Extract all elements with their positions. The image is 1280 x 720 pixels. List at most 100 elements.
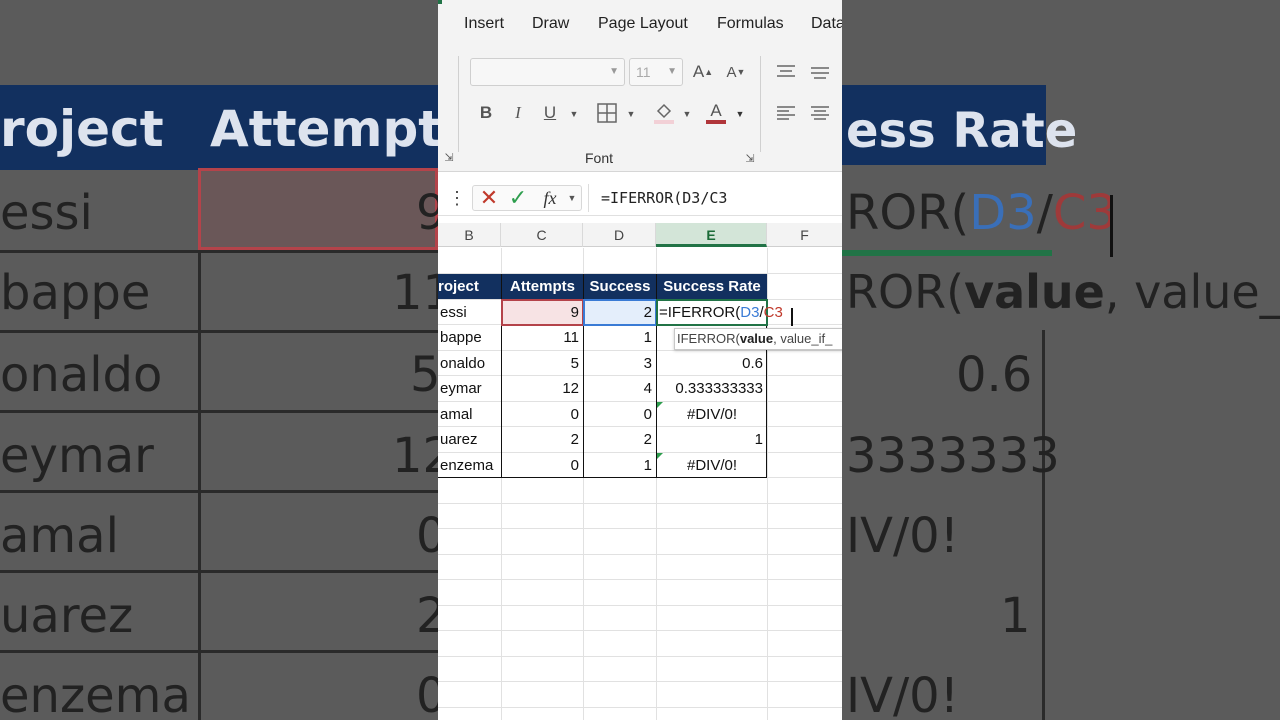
function-tooltip[interactable]: IFERROR(value, value_if_ bbox=[674, 328, 842, 350]
cell-success[interactable]: 1 bbox=[584, 325, 652, 350]
cell-rate[interactable]: 0.6 bbox=[657, 351, 763, 376]
cancel-icon[interactable]: ✕ bbox=[478, 185, 500, 210]
align-left-button[interactable] bbox=[774, 102, 798, 124]
grid-line bbox=[438, 656, 842, 657]
error-indicator-icon bbox=[657, 453, 663, 459]
align-top-icon bbox=[777, 65, 795, 77]
cell-attempts[interactable]: 12 bbox=[502, 376, 579, 401]
chevron-down-icon[interactable]: ▼ bbox=[734, 104, 746, 124]
cell-attempts[interactable]: 0 bbox=[502, 402, 579, 427]
cell-attempts[interactable]: 0 bbox=[502, 453, 579, 478]
bg-row-line bbox=[0, 490, 438, 493]
cell-attempts[interactable]: 2 bbox=[502, 427, 579, 452]
grid-line bbox=[438, 681, 842, 682]
shrink-font-button[interactable]: A ▼ bbox=[725, 60, 747, 84]
cell-rate[interactable]: #DIV/0! bbox=[657, 453, 767, 478]
insert-function-button[interactable]: fx bbox=[538, 187, 562, 209]
font-group-label: Font bbox=[585, 150, 614, 166]
formula-input[interactable]: =IFERROR(D3/C3 bbox=[588, 184, 842, 212]
table-header-success-rate[interactable]: Success Rate bbox=[657, 274, 767, 299]
column-header-d[interactable]: D bbox=[583, 223, 656, 247]
grid-line bbox=[438, 605, 842, 606]
cell-rate[interactable]: 1 bbox=[657, 427, 763, 452]
font-name-combo[interactable]: ▼ bbox=[470, 58, 625, 86]
chevron-down-icon[interactable]: ▼ bbox=[681, 104, 693, 124]
cell-name[interactable]: enzema bbox=[440, 453, 500, 478]
chevron-down-icon[interactable]: ▼ bbox=[568, 104, 580, 124]
fill-color-button[interactable] bbox=[652, 100, 676, 126]
column-header-f[interactable]: F bbox=[767, 223, 842, 247]
font-dialog-launcher-icon[interactable]: ⇲ bbox=[743, 151, 757, 165]
font-size-value: 11 bbox=[636, 64, 651, 80]
align-center-button[interactable] bbox=[808, 102, 832, 124]
tab-data[interactable]: Data bbox=[811, 15, 842, 33]
bg-value: IV/0! bbox=[846, 508, 959, 564]
bg-name: uarez bbox=[0, 588, 134, 644]
column-header-b[interactable]: B bbox=[438, 223, 501, 247]
font-color-icon: A bbox=[710, 101, 722, 120]
align-middle-icon bbox=[811, 67, 829, 79]
font-color-button[interactable]: A bbox=[704, 100, 728, 126]
column-header-e[interactable]: E bbox=[656, 223, 767, 247]
cell-success[interactable]: 0 bbox=[584, 402, 652, 427]
font-size-combo[interactable]: 11 ▼ bbox=[629, 58, 683, 86]
cell-name[interactable]: amal bbox=[440, 402, 500, 427]
cell-name[interactable]: onaldo bbox=[440, 351, 500, 376]
grow-caret-icon: ▲ bbox=[704, 67, 714, 77]
cell-success[interactable]: 2 bbox=[584, 427, 652, 452]
spreadsheet-grid[interactable]: roject Attempts Success Success Rate ess… bbox=[438, 248, 842, 720]
tab-draw[interactable]: Draw bbox=[532, 15, 569, 33]
cell-attempts[interactable]: 11 bbox=[502, 325, 579, 350]
cell-success[interactable]: 3 bbox=[584, 351, 652, 376]
bold-button[interactable]: B bbox=[476, 102, 496, 124]
cell-name[interactable]: eymar bbox=[440, 376, 500, 401]
chevron-down-icon[interactable]: ▼ bbox=[625, 104, 637, 124]
tab-formulas[interactable]: Formulas bbox=[717, 15, 784, 33]
cell-rate[interactable]: 0.333333333 bbox=[657, 376, 763, 401]
chevron-down-icon: ▼ bbox=[667, 66, 677, 77]
bg-selected-cell bbox=[198, 168, 438, 250]
bg-value: 3333333 bbox=[846, 428, 1060, 484]
bg-formula-text: ROR(D3/C3 bbox=[846, 185, 1117, 241]
cell-attempts[interactable]: 5 bbox=[502, 351, 579, 376]
tab-page-layout[interactable]: Page Layout bbox=[598, 15, 688, 33]
bg-active-underline bbox=[842, 250, 1052, 256]
bg-header-success-rate: ess Rate bbox=[846, 103, 1078, 159]
bg-header-project: roject bbox=[0, 100, 164, 158]
align-top-button[interactable] bbox=[774, 60, 798, 82]
cell-attempts[interactable]: 9 bbox=[502, 300, 579, 325]
bg-header-attempts: Attempts bbox=[210, 100, 472, 158]
fill-bucket-icon bbox=[654, 103, 674, 124]
cell-success[interactable]: 1 bbox=[584, 453, 652, 478]
tab-insert[interactable]: Insert bbox=[464, 15, 504, 33]
cell-success[interactable]: 2 bbox=[584, 300, 652, 325]
cell-rate[interactable]: #DIV/0! bbox=[657, 402, 767, 427]
bg-value: IV/0! bbox=[846, 668, 959, 720]
italic-button[interactable]: I bbox=[508, 102, 528, 124]
table-header-project[interactable]: roject bbox=[438, 274, 501, 299]
grow-font-button[interactable]: A ▲ bbox=[692, 60, 714, 84]
enter-check-icon[interactable]: ✓ bbox=[507, 185, 529, 210]
edit-cell-formula[interactable]: =IFERROR(D3/C3 bbox=[659, 300, 799, 325]
dialog-launcher-icon[interactable]: ⇲ bbox=[442, 150, 456, 164]
cell-name[interactable]: uarez bbox=[440, 427, 500, 452]
align-center-icon bbox=[811, 106, 829, 120]
chevron-down-icon[interactable]: ▼ bbox=[566, 190, 578, 206]
chevron-down-icon: ▼ bbox=[609, 66, 619, 77]
table-header-success[interactable]: Success bbox=[584, 274, 656, 299]
more-options-icon[interactable]: ⋮ bbox=[448, 187, 466, 209]
shrink-caret-icon: ▼ bbox=[736, 67, 746, 77]
bg-name: eymar bbox=[0, 428, 154, 484]
cell-name[interactable]: bappe bbox=[440, 325, 500, 350]
align-middle-button[interactable] bbox=[808, 62, 832, 84]
underline-button[interactable]: U bbox=[540, 102, 560, 124]
borders-button[interactable] bbox=[596, 102, 618, 124]
cell-name[interactable]: essi bbox=[440, 300, 500, 325]
column-header-c[interactable]: C bbox=[501, 223, 583, 247]
bg-row-line bbox=[0, 330, 438, 333]
bg-row-line bbox=[0, 570, 438, 573]
cell-success[interactable]: 4 bbox=[584, 376, 652, 401]
excel-window: Insert Draw Page Layout Formulas Data ▼ … bbox=[438, 0, 842, 720]
table-header-attempts[interactable]: Attempts bbox=[502, 274, 583, 299]
error-indicator-icon bbox=[657, 402, 663, 408]
